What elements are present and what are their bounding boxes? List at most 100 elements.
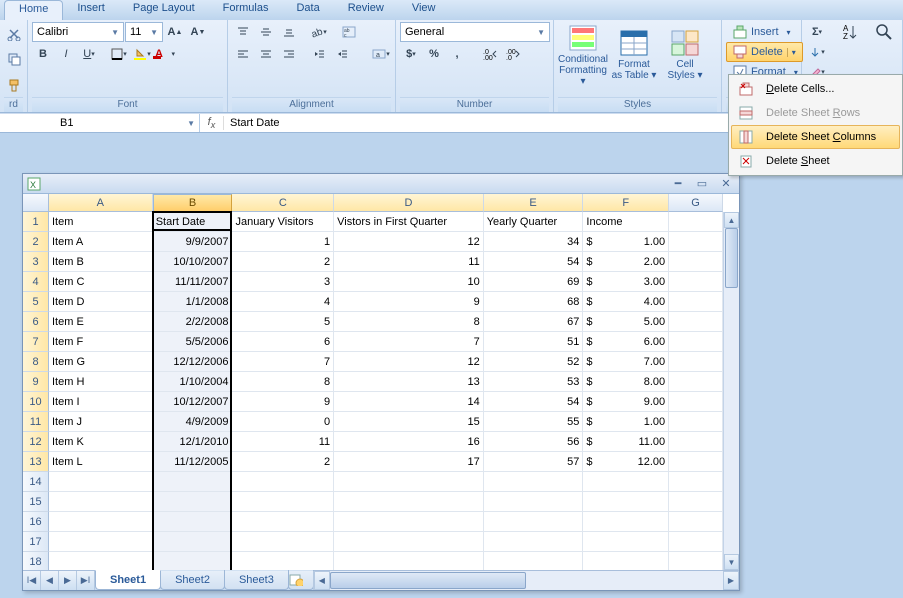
row-header-4[interactable]: 4 [23,272,49,292]
data-cell[interactable] [669,232,723,252]
decrease-indent-icon[interactable] [308,44,330,64]
data-cell[interactable]: 14 [334,392,484,412]
data-cell[interactable] [583,532,669,552]
data-cell[interactable]: 69 [484,272,584,292]
data-cell[interactable]: 6 [232,332,334,352]
font-name-select[interactable]: Calibri▼ [32,22,124,42]
data-cell[interactable]: 3 [232,272,334,292]
row-header-7[interactable]: 7 [23,332,49,352]
data-cell[interactable] [583,492,669,512]
vscroll-thumb[interactable] [725,228,738,288]
align-left-icon[interactable] [232,44,254,64]
data-cell[interactable]: 12/1/2010 [153,432,233,452]
data-cell[interactable]: 34 [484,232,584,252]
data-cell[interactable]: 5/5/2006 [153,332,233,352]
data-cell[interactable]: 1/1/2008 [153,292,233,312]
data-cell[interactable]: 10 [334,272,484,292]
data-cell[interactable]: $6.00 [583,332,669,352]
data-cell[interactable] [484,512,584,532]
data-cell[interactable] [153,532,233,552]
row-header-14[interactable]: 14 [23,472,49,492]
data-cell[interactable]: 15 [334,412,484,432]
data-cell[interactable]: 52 [484,352,584,372]
data-cell[interactable] [153,472,233,492]
column-header-E[interactable]: E [484,194,584,212]
data-cell[interactable]: $3.00 [583,272,669,292]
ribbon-tab-formulas[interactable]: Formulas [209,0,283,20]
data-cell[interactable]: 9 [334,292,484,312]
data-cell[interactable]: $1.00 [583,232,669,252]
data-cell[interactable]: Item B [49,252,153,272]
number-format-select[interactable]: General▼ [400,22,550,42]
data-cell[interactable]: 56 [484,432,584,452]
data-cell[interactable] [583,512,669,532]
row-header-10[interactable]: 10 [23,392,49,412]
grow-font-icon[interactable]: A▲ [164,22,186,42]
data-cell[interactable] [49,532,153,552]
header-cell[interactable] [669,212,723,232]
underline-button[interactable]: U▾ [78,44,100,64]
data-cell[interactable]: $9.00 [583,392,669,412]
data-cell[interactable]: $12.00 [583,452,669,472]
minimize-button[interactable]: ━ [669,177,687,191]
cut-icon[interactable] [3,24,25,44]
data-cell[interactable]: 8 [232,372,334,392]
data-cell[interactable]: 11/11/2007 [153,272,233,292]
data-cell[interactable] [334,512,484,532]
data-cell[interactable]: 7 [334,332,484,352]
data-cell[interactable] [669,512,723,532]
data-cell[interactable] [669,332,723,352]
header-cell[interactable]: Start Date [153,212,233,232]
data-cell[interactable]: 16 [334,432,484,452]
row-header-15[interactable]: 15 [23,492,49,512]
data-cell[interactable] [232,472,334,492]
data-cell[interactable]: 55 [484,412,584,432]
data-cell[interactable] [232,512,334,532]
data-cell[interactable] [334,492,484,512]
increase-indent-icon[interactable] [331,44,353,64]
scroll-left-button[interactable]: ◀ [314,571,330,590]
row-header-5[interactable]: 5 [23,292,49,312]
data-cell[interactable]: Item K [49,432,153,452]
orientation-icon[interactable]: ab▾ [308,22,330,42]
data-cell[interactable]: 67 [484,312,584,332]
header-cell[interactable]: Yearly Quarter [484,212,584,232]
shrink-font-icon[interactable]: A▼ [187,22,209,42]
data-cell[interactable] [334,472,484,492]
data-cell[interactable] [583,552,669,570]
data-cell[interactable]: 53 [484,372,584,392]
data-cell[interactable] [232,532,334,552]
column-header-G[interactable]: G [669,194,723,212]
ribbon-tab-insert[interactable]: Insert [63,0,119,20]
insert-cells-button[interactable]: Insert▾ [726,22,798,42]
data-cell[interactable]: Item C [49,272,153,292]
row-header-12[interactable]: 12 [23,432,49,452]
font-size-select[interactable]: 11▼ [125,22,163,42]
row-header-3[interactable]: 3 [23,252,49,272]
vertical-scrollbar[interactable]: ▲ ▼ [723,212,739,570]
data-cell[interactable]: 9 [232,392,334,412]
data-cell[interactable]: 11 [232,432,334,452]
data-cell[interactable]: $8.00 [583,372,669,392]
data-cell[interactable]: 9/9/2007 [153,232,233,252]
autosum-icon[interactable]: Σ▾ [806,22,828,42]
data-cell[interactable] [669,552,723,570]
decrease-decimal-icon[interactable]: .00.0 [503,44,525,64]
data-cell[interactable] [669,292,723,312]
data-cell[interactable] [484,532,584,552]
align-center-icon[interactable] [255,44,277,64]
row-header-6[interactable]: 6 [23,312,49,332]
data-cell[interactable] [49,512,153,532]
column-header-B[interactable]: B [153,194,233,212]
data-cell[interactable] [484,472,584,492]
header-cell[interactable]: Item [49,212,153,232]
align-right-icon[interactable] [278,44,300,64]
data-cell[interactable]: $4.00 [583,292,669,312]
scroll-up-button[interactable]: ▲ [724,212,739,228]
comma-format-icon[interactable]: , [446,44,468,64]
align-middle-icon[interactable] [255,22,277,42]
horizontal-scrollbar[interactable]: ◀ ▶ [313,571,739,590]
data-cell[interactable]: 0 [232,412,334,432]
format-as-table-button[interactable]: Format as Table ▾ [609,22,659,88]
column-header-F[interactable]: F [583,194,669,212]
